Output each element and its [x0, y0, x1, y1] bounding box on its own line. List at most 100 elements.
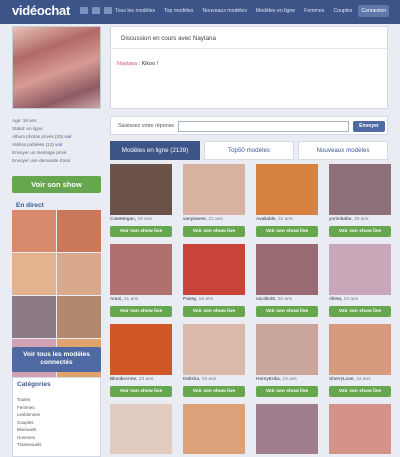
- category-item[interactable]: Transexuels: [17, 441, 41, 449]
- chat-header: Discussion en cours avec Naytana: [111, 27, 387, 49]
- view-all-models-button[interactable]: Voir tous les modèles connectés: [12, 347, 101, 372]
- model-thumbnail[interactable]: [329, 404, 391, 454]
- model-name[interactable]: HornyErika: [256, 377, 280, 382]
- live-thumbnail[interactable]: [57, 253, 101, 295]
- reply-input[interactable]: [178, 121, 349, 132]
- tab-2[interactable]: Nouveaux modèles: [298, 141, 388, 160]
- model-caption: Available, 21 ans: [256, 217, 292, 222]
- model-name[interactable]: nicolle26: [256, 297, 275, 302]
- model-thumbnail[interactable]: [256, 324, 318, 375]
- chat-message-text: Kikoo !: [141, 61, 159, 67]
- videos-view-link[interactable]: voir: [55, 142, 62, 147]
- model-thumbnail[interactable]: [329, 244, 391, 295]
- live-thumbnail[interactable]: [12, 210, 56, 252]
- model-thumbnail[interactable]: [329, 164, 391, 215]
- model-caption: Delisha, 19 ans: [183, 377, 216, 382]
- watch-show-button[interactable]: Voir son show: [12, 176, 101, 193]
- model-thumbnail[interactable]: [256, 164, 318, 215]
- model-name[interactable]: Available: [256, 217, 275, 222]
- send-friend-request-link[interactable]: Envoyer une demande d'ami: [12, 157, 101, 165]
- model-card: [110, 404, 172, 454]
- live-thumbnail[interactable]: [57, 296, 101, 338]
- nav-item-2[interactable]: Nouveaux modèles: [200, 5, 250, 17]
- watch-live-button[interactable]: Voir son show live: [110, 386, 172, 397]
- watch-live-button[interactable]: Voir son show live: [183, 226, 245, 237]
- model-thumbnail[interactable]: [256, 244, 318, 295]
- model-thumbnail[interactable]: [183, 324, 245, 375]
- model-name[interactable]: SherryLove: [329, 377, 354, 382]
- nav-item-5[interactable]: Couples: [330, 5, 355, 17]
- site-logo[interactable]: vidéochat: [12, 3, 70, 18]
- category-item[interactable]: Toutes: [17, 396, 41, 404]
- mail-icon[interactable]: [104, 7, 112, 14]
- watch-live-button[interactable]: Voir son show live: [329, 386, 391, 397]
- model-card: vanysweet, 21 ans Voir son show live: [183, 164, 245, 244]
- model-card: BlondeAnne, 23 ans Voir son show live: [110, 324, 172, 404]
- watch-live-button[interactable]: Voir son show live: [183, 386, 245, 397]
- model-name[interactable]: Arani: [110, 297, 121, 302]
- model-thumbnail[interactable]: [110, 244, 172, 295]
- watch-live-button[interactable]: Voir son show live: [110, 226, 172, 237]
- model-name[interactable]: Alleta: [329, 297, 341, 302]
- model-thumbnail[interactable]: [183, 404, 245, 454]
- category-item[interactable]: Femmes: [17, 404, 41, 412]
- profile-age: Age: 19 ans: [12, 118, 37, 123]
- nav-item-6[interactable]: Connexion: [358, 5, 390, 17]
- tab-1[interactable]: Top50 modèles: [204, 141, 294, 160]
- profile-info: Age: 19 ans Statut: en ligne Album photo…: [12, 117, 101, 165]
- model-thumbnail[interactable]: [110, 164, 172, 215]
- model-thumbnail[interactable]: [183, 164, 245, 215]
- model-age: 28 ans: [277, 297, 293, 302]
- model-thumbnail[interactable]: [183, 244, 245, 295]
- send-button[interactable]: Envoyer: [353, 121, 385, 132]
- model-name[interactable]: BlondeAnne: [110, 377, 136, 382]
- model-name[interactable]: vanysweet: [183, 217, 206, 222]
- album-view-link[interactable]: voir: [64, 134, 71, 139]
- nav-item-3[interactable]: Modèles en ligne: [253, 5, 298, 17]
- live-thumbnail[interactable]: [57, 210, 101, 252]
- model-caption: yorimbabe, 30 ans: [329, 217, 368, 222]
- model-thumbnail[interactable]: [256, 404, 318, 454]
- model-name[interactable]: CuteMegan: [110, 217, 135, 222]
- watch-live-button[interactable]: Voir son show live: [110, 306, 172, 317]
- watch-live-button[interactable]: Voir son show live: [256, 386, 318, 397]
- live-thumbnail[interactable]: [12, 253, 56, 295]
- category-item[interactable]: Hommes: [17, 434, 41, 442]
- model-name[interactable]: yorimbabe: [329, 217, 351, 222]
- model-thumbnail[interactable]: [110, 324, 172, 375]
- nav-item-0[interactable]: Tous les modèles: [112, 5, 158, 17]
- profile-photo[interactable]: [12, 26, 101, 109]
- user-icon[interactable]: [92, 7, 100, 14]
- profile-status: Statut: en ligne: [12, 126, 43, 131]
- model-card: [256, 404, 318, 454]
- chat-message: Naytana : Kikoo !: [117, 61, 158, 67]
- nav-item-1[interactable]: Top modèles: [161, 5, 196, 17]
- tab-0[interactable]: Modèles en ligne (2139): [110, 141, 200, 160]
- watch-live-button[interactable]: Voir son show live: [183, 306, 245, 317]
- model-name[interactable]: Delisha: [183, 377, 199, 382]
- category-item[interactable]: Bisexuels: [17, 426, 41, 434]
- model-caption: CuteMegan, 18 ans: [110, 217, 152, 222]
- model-age: 24 ans: [343, 297, 359, 302]
- model-age: 21 ans: [278, 217, 293, 222]
- send-message-link[interactable]: Envoyer un message privé: [12, 149, 101, 157]
- model-thumbnail[interactable]: [110, 404, 172, 454]
- live-thumbnail[interactable]: [12, 296, 56, 338]
- model-age: 19 ans: [282, 377, 297, 382]
- watch-live-button[interactable]: Voir son show live: [329, 306, 391, 317]
- category-item[interactable]: Couples: [17, 419, 41, 427]
- nav-item-4[interactable]: Femmes: [301, 5, 327, 17]
- watch-live-button[interactable]: Voir son show live: [256, 306, 318, 317]
- category-item[interactable]: Lesbiennes: [17, 411, 41, 419]
- watch-live-button[interactable]: Voir son show live: [329, 226, 391, 237]
- model-thumbnail[interactable]: [329, 324, 391, 375]
- model-age: 21 ans: [123, 297, 139, 302]
- watch-live-button[interactable]: Voir son show live: [256, 226, 318, 237]
- model-tabs: Modèles en ligne (2139) Top50 modèles Nouv…: [110, 141, 388, 160]
- model-age: 19 ans: [198, 297, 214, 302]
- chat-message-nick: Naytana: [117, 61, 138, 67]
- categories-panel: Catégories Toutes Femmes Lesbiennes Couples…: [12, 377, 101, 457]
- header-bar: vidéochat Tous les modèles Top modèles Nou…: [0, 0, 400, 24]
- model-name[interactable]: Pansy: [183, 297, 196, 302]
- home-icon[interactable]: [80, 7, 88, 14]
